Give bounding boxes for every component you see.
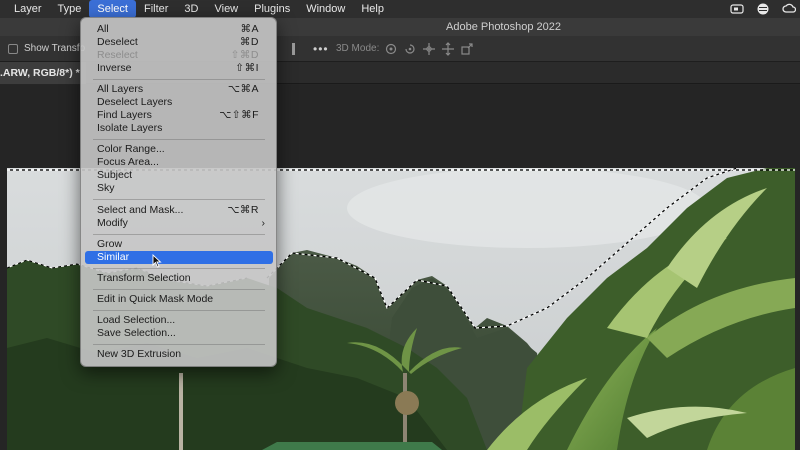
roll-3d-icon[interactable] bbox=[403, 42, 417, 56]
menu-item-save-selection[interactable]: Save Selection... bbox=[85, 327, 273, 340]
show-transform-label: Show Transfo bbox=[24, 43, 86, 54]
menu-view[interactable]: View bbox=[206, 0, 246, 18]
chevron-right-icon: › bbox=[261, 217, 266, 229]
menu-item-new-3d-extrusion[interactable]: New 3D Extrusion bbox=[85, 348, 273, 361]
menu-separator bbox=[93, 199, 265, 200]
menu-separator bbox=[93, 310, 265, 311]
menu-item-color-range[interactable]: Color Range... bbox=[85, 143, 273, 156]
menu-item-sky[interactable]: Sky bbox=[85, 182, 273, 195]
menu-item-transform-selection[interactable]: Transform Selection bbox=[85, 272, 273, 285]
3d-mode-label: 3D Mode: bbox=[336, 43, 380, 54]
menu-item-grow[interactable]: Grow bbox=[85, 238, 273, 251]
video-camera-icon[interactable] bbox=[730, 3, 744, 15]
select-dropdown-menu: All ⌘A Deselect ⌘D Reselect ⇧⌘D Inverse ⇧⌘I … bbox=[80, 17, 277, 367]
menu-item-reselect: Reselect ⇧⌘D bbox=[97, 49, 259, 61]
menu-item-deselect-layers[interactable]: Deselect Layers bbox=[85, 96, 273, 109]
menu-item-find-layers[interactable]: Find Layers ⌥⇧⌘F bbox=[85, 109, 273, 122]
slide-3d-icon[interactable] bbox=[441, 42, 455, 56]
menu-separator bbox=[93, 268, 265, 269]
menu-item-all-layers[interactable]: All Layers ⌥⌘A bbox=[85, 83, 273, 96]
scale-3d-icon[interactable] bbox=[460, 42, 474, 56]
menu-layer[interactable]: Layer bbox=[6, 0, 50, 18]
app-title: Adobe Photoshop 2022 bbox=[446, 21, 561, 33]
menu-item-quick-mask[interactable]: Edit in Quick Mask Mode bbox=[85, 293, 273, 306]
menu-item-subject[interactable]: Subject bbox=[85, 169, 273, 182]
menu-item-inverse[interactable]: Inverse ⇧⌘I bbox=[85, 62, 273, 75]
document-tab[interactable]: .ARW, RGB/8*) * bbox=[0, 62, 86, 84]
creative-cloud-icon[interactable] bbox=[782, 3, 796, 15]
menu-bar: Layer Type Select Filter 3D View Plugins… bbox=[0, 0, 800, 18]
more-options-button[interactable]: ••• bbox=[313, 42, 329, 56]
menu-item-select-and-mask[interactable]: Select and Mask... ⌥⌘R bbox=[85, 204, 273, 217]
show-transform-checkbox[interactable] bbox=[8, 44, 18, 54]
menu-separator bbox=[93, 344, 265, 345]
menu-item-load-selection[interactable]: Load Selection... bbox=[85, 314, 273, 327]
align-distribute-icon[interactable] bbox=[292, 43, 295, 55]
menu-filter[interactable]: Filter bbox=[136, 0, 176, 18]
menu-item-modify[interactable]: Modify › bbox=[85, 217, 273, 230]
menu-item-isolate-layers[interactable]: Isolate Layers bbox=[85, 122, 273, 135]
menu-item-deselect[interactable]: Deselect ⌘D bbox=[85, 36, 273, 49]
mouse-pointer-icon bbox=[152, 254, 162, 268]
menu-3d[interactable]: 3D bbox=[176, 0, 206, 18]
status-icons bbox=[730, 0, 796, 18]
orbit-3d-icon[interactable] bbox=[384, 42, 398, 56]
menu-plugins[interactable]: Plugins bbox=[246, 0, 298, 18]
menu-separator bbox=[93, 289, 265, 290]
menu-select[interactable]: Select bbox=[89, 0, 136, 18]
menu-type[interactable]: Type bbox=[50, 0, 90, 18]
menu-separator bbox=[93, 234, 265, 235]
menu-item-all[interactable]: All ⌘A bbox=[85, 23, 273, 36]
menu-help[interactable]: Help bbox=[353, 0, 392, 18]
menu-separator bbox=[93, 79, 265, 80]
menu-separator bbox=[93, 139, 265, 140]
menu-window[interactable]: Window bbox=[298, 0, 353, 18]
pan-3d-icon[interactable] bbox=[422, 42, 436, 56]
menu-item-similar[interactable]: Similar bbox=[85, 251, 273, 264]
control-center-icon[interactable] bbox=[756, 3, 770, 15]
menu-item-focus-area[interactable]: Focus Area... bbox=[85, 156, 273, 169]
